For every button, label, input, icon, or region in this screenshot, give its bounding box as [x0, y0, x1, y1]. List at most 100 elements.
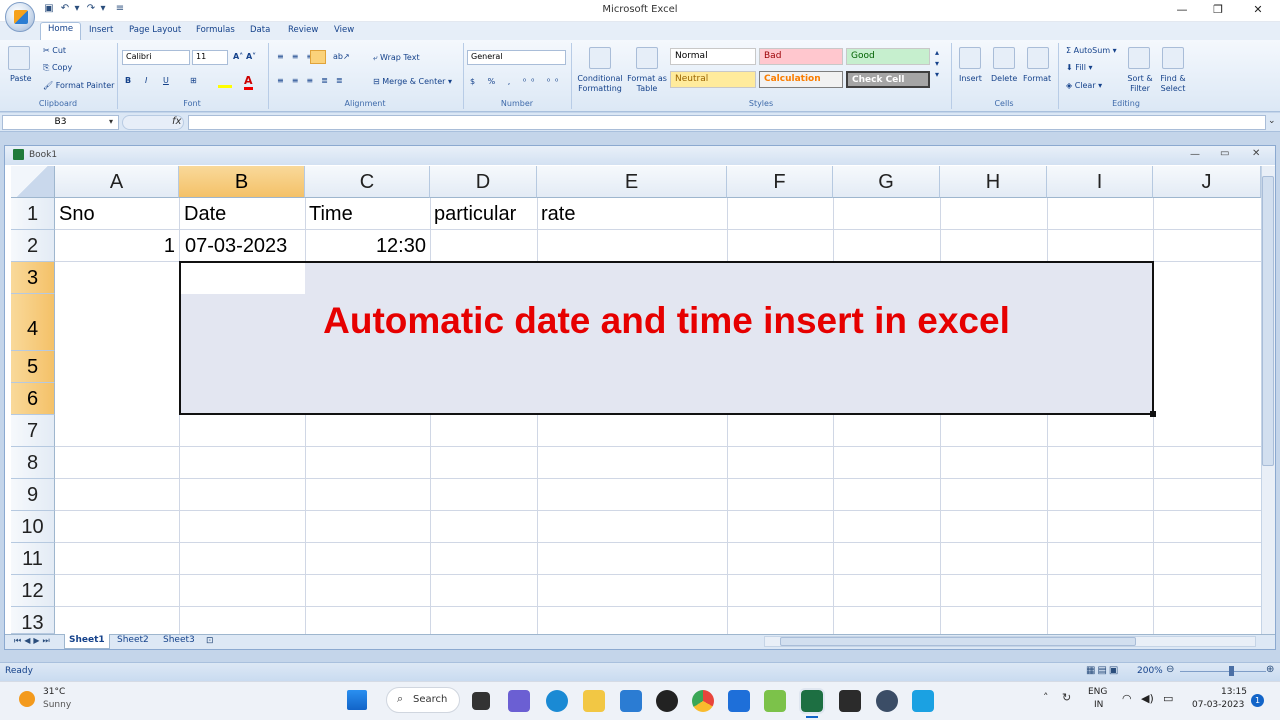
delete-cells-button[interactable]: Delete — [991, 74, 1017, 83]
number-format-select[interactable]: General — [467, 50, 566, 65]
zoom-level[interactable]: 200% — [1137, 666, 1163, 676]
insert-function-button[interactable]: fx — [172, 116, 181, 127]
merge-center-button[interactable]: ⊟ Merge & Center ▾ — [373, 77, 452, 86]
workbook-close-icon[interactable]: ✕ — [1252, 148, 1260, 159]
column-header-h[interactable]: H — [940, 166, 1047, 198]
app-icon[interactable] — [912, 690, 934, 712]
paste-button[interactable]: Paste — [10, 74, 32, 83]
wifi-icon[interactable]: ◠ — [1122, 692, 1132, 705]
row-header-5[interactable]: 5 — [11, 351, 55, 383]
app-icon[interactable] — [839, 690, 861, 712]
clear-button[interactable]: ◈ Clear ▾ — [1066, 81, 1102, 90]
workbook-restore-icon[interactable]: ▭ — [1220, 148, 1229, 159]
sheet-nav-icons[interactable]: ⏮◀▶⏭ — [14, 636, 53, 646]
select-all-button[interactable] — [11, 166, 55, 198]
borders-icon[interactable]: ⊞ — [190, 76, 197, 85]
wrap-text-button[interactable]: ⤶ Wrap Text — [373, 53, 420, 63]
mail-icon[interactable] — [620, 690, 642, 712]
close-icon[interactable]: ✕ — [1248, 3, 1268, 19]
conditional-formatting-button[interactable]: Conditional Formatting — [575, 74, 625, 94]
zoom-out-icon[interactable]: ⊖ — [1166, 664, 1174, 675]
find-select-icon[interactable] — [1162, 47, 1184, 69]
column-header-d[interactable]: D — [430, 166, 537, 198]
column-header-g[interactable]: G — [833, 166, 940, 198]
region-indicator[interactable]: IN — [1094, 700, 1103, 710]
fill-handle[interactable] — [1150, 411, 1156, 417]
clock-time[interactable]: 13:15 — [1221, 687, 1247, 697]
style-calculation[interactable]: Calculation — [759, 71, 843, 88]
column-header-j[interactable]: J — [1153, 166, 1261, 198]
weather-description[interactable]: Sunny — [43, 700, 71, 710]
minimize-icon[interactable]: — — [1172, 3, 1192, 19]
redo-dropdown-icon[interactable]: ▾ — [96, 3, 110, 18]
clock-date[interactable]: 07-03-2023 — [1192, 700, 1244, 710]
save-icon[interactable]: ▣ — [42, 3, 56, 18]
cut-button[interactable]: ✂ Cut — [43, 46, 66, 55]
edge-icon[interactable] — [546, 690, 568, 712]
row-header-8[interactable]: 8 — [11, 447, 55, 479]
style-check-cell[interactable]: Check Cell — [846, 71, 930, 88]
delete-cells-icon[interactable] — [993, 47, 1015, 69]
fill-button[interactable]: ⬇ Fill ▾ — [1066, 63, 1093, 72]
view-buttons[interactable]: ▦▤▣ — [1086, 665, 1120, 676]
cell-a1[interactable]: Sno — [59, 201, 95, 227]
tab-page-layout[interactable]: Page Layout — [129, 25, 181, 39]
zoom-slider[interactable] — [1180, 671, 1266, 672]
formula-input[interactable] — [188, 115, 1266, 130]
chrome-icon[interactable] — [692, 690, 714, 712]
sort-filter-icon[interactable] — [1128, 47, 1150, 69]
tab-data[interactable]: Data — [250, 25, 270, 39]
font-name-select[interactable]: Calibri — [122, 50, 190, 65]
underline-icon[interactable]: U — [163, 76, 169, 85]
insert-sheet-icon[interactable]: ⊡ — [206, 636, 214, 646]
row-header-6[interactable]: 6 — [11, 383, 55, 415]
style-good[interactable]: Good — [846, 48, 930, 65]
column-header-c[interactable]: C — [305, 166, 430, 198]
conditional-formatting-icon[interactable] — [589, 47, 611, 69]
column-header-e[interactable]: E — [537, 166, 727, 198]
style-bad[interactable]: Bad — [759, 48, 843, 65]
row-header-12[interactable]: 12 — [11, 575, 55, 607]
task-view-icon[interactable] — [472, 692, 490, 710]
active-cell-b3[interactable] — [181, 263, 305, 294]
format-cells-icon[interactable] — [1027, 47, 1049, 69]
autosum-button[interactable]: Σ AutoSum ▾ — [1066, 46, 1117, 55]
undo-dropdown-icon[interactable]: ▾ — [70, 3, 84, 18]
app-icon[interactable] — [728, 690, 750, 712]
insert-cells-icon[interactable] — [959, 47, 981, 69]
expand-formula-icon[interactable]: ⌄ — [1268, 116, 1276, 126]
column-header-f[interactable]: F — [727, 166, 833, 198]
font-color-icon[interactable]: A — [244, 74, 253, 90]
cell-a2[interactable]: 1 — [59, 233, 175, 259]
row-header-10[interactable]: 10 — [11, 511, 55, 543]
sheet-tab-3[interactable]: Sheet3 — [159, 634, 199, 649]
maximize-icon[interactable]: ❐ — [1208, 3, 1228, 19]
row-header-11[interactable]: 11 — [11, 543, 55, 575]
row-header-7[interactable]: 7 — [11, 415, 55, 447]
format-as-table-icon[interactable] — [636, 47, 658, 69]
excel-taskbar-icon[interactable] — [799, 688, 825, 714]
cell-b1[interactable]: Date — [184, 201, 226, 227]
cell-e1[interactable]: rate — [541, 201, 575, 227]
zoom-slider-thumb[interactable] — [1229, 666, 1234, 676]
vertical-scroll-thumb[interactable] — [1262, 176, 1274, 466]
orientation-icon[interactable]: ab↗ — [333, 52, 350, 61]
notification-badge[interactable]: 1 — [1251, 694, 1264, 707]
column-header-a[interactable]: A — [55, 166, 179, 198]
bold-icon[interactable]: B — [125, 76, 131, 85]
sort-filter-button[interactable]: Sort & Filter — [1124, 74, 1156, 94]
format-cells-button[interactable]: Format — [1023, 74, 1051, 83]
name-box[interactable]: B3 — [2, 115, 119, 130]
name-box-dropdown-icon[interactable]: ▾ — [109, 117, 113, 126]
tab-formulas[interactable]: Formulas — [196, 25, 235, 39]
tab-home[interactable]: Home — [40, 22, 82, 40]
dell-icon[interactable] — [656, 690, 678, 712]
paste-icon[interactable] — [8, 46, 30, 70]
row-header-9[interactable]: 9 — [11, 479, 55, 511]
middle-align-icon[interactable] — [310, 50, 326, 64]
customize-qat-icon[interactable]: ≡ — [113, 3, 127, 18]
tab-review[interactable]: Review — [288, 25, 318, 39]
tab-view[interactable]: View — [334, 25, 354, 39]
volume-icon[interactable]: ◀) — [1141, 692, 1154, 705]
number-format-icons[interactable]: $ % , ⁰⁰ ⁰⁰ — [470, 77, 563, 86]
